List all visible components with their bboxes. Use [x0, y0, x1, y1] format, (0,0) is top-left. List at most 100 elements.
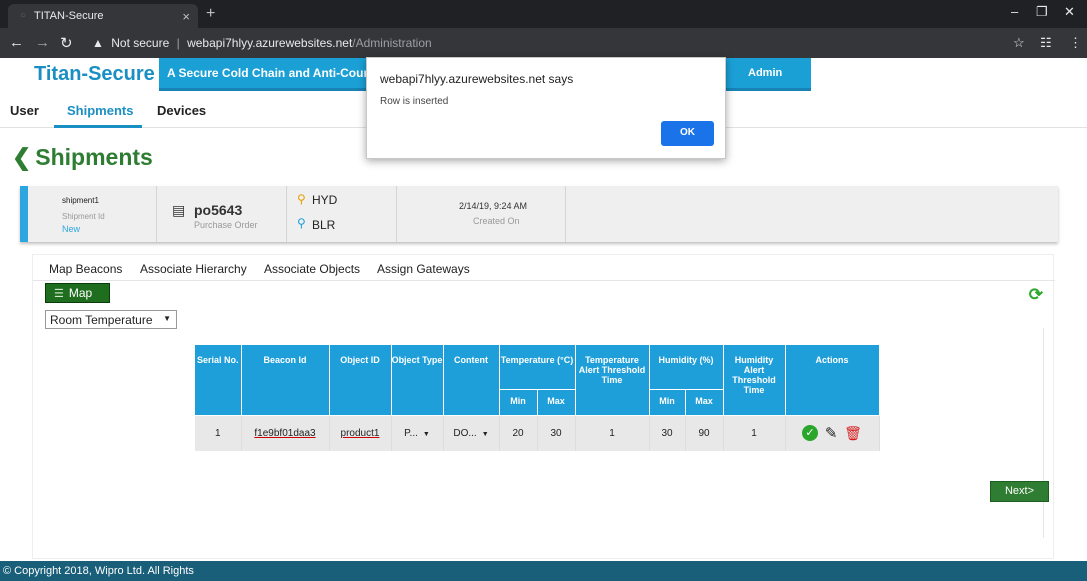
warning-triangle-icon: ▲	[92, 36, 104, 50]
url-path: /Administration	[352, 36, 432, 50]
cell-hum-min: 30	[649, 415, 686, 451]
url-separator: |	[176, 36, 180, 50]
object-type-value: P...	[404, 427, 418, 439]
reload-icon[interactable]: ↻	[60, 34, 73, 52]
browser-toolbar: ← → ↻ ▲ Not secure | webapi7hlyy.azurewe…	[0, 28, 1087, 58]
dialog-title: webapi7hlyy.azurewebsites.net says	[380, 72, 574, 86]
refresh-icon[interactable]: ⟳	[1029, 285, 1043, 305]
tagline: A Secure Cold Chain and Anti-Counter	[167, 66, 387, 80]
page-title-text: Shipments	[35, 144, 153, 170]
cell-temp-max: 30	[537, 415, 576, 451]
col-object-type: Object Type	[391, 345, 444, 416]
back-chevron-icon[interactable]: ❮	[12, 144, 31, 171]
panel-divider	[1043, 328, 1044, 538]
shipment-detail-panel: Map Beacons Associate Hierarchy Associat…	[32, 254, 1055, 559]
cell-serial: 1	[195, 415, 242, 451]
sensor-type-value: Room Temperature	[50, 313, 153, 327]
subtab-associate-objects[interactable]: Associate Objects	[264, 262, 360, 276]
restore-window-icon[interactable]: ❐	[1036, 4, 1048, 20]
minimize-window-icon[interactable]: –	[1011, 4, 1018, 19]
origin-city: HYD	[312, 193, 338, 207]
beacon-table: Serial No. Beacon Id Object ID Object Ty…	[195, 345, 880, 451]
col-temperature: Temperature (°C)	[499, 345, 576, 390]
destination-city: BLR	[312, 218, 336, 232]
subtab-associate-hierarchy[interactable]: Associate Hierarchy	[140, 262, 247, 276]
purchase-order-label: Purchase Order	[194, 220, 258, 230]
shipment-card[interactable]: shipment1 Shipment Id New ▤ po5643 Purch…	[20, 186, 1058, 242]
cell-temp-min: 20	[499, 415, 538, 451]
sub-tabs: Map Beacons Associate Hierarchy Associat…	[33, 255, 1055, 281]
map-icon: ☰	[54, 288, 64, 300]
cell-hum-max: 90	[685, 415, 724, 451]
incognito-icon[interactable]: ☷	[1040, 35, 1052, 51]
shipment-id-label: Shipment Id	[62, 212, 105, 221]
purchase-order-number: po5643	[194, 202, 243, 218]
document-icon: ▤	[172, 202, 186, 218]
forward-arrow-icon[interactable]: →	[35, 34, 50, 51]
browser-tab-strip: ○ TITAN-Secure × + – ❐ ✕	[0, 0, 1087, 28]
dialog-message: Row is inserted	[380, 96, 449, 107]
card-divider	[565, 186, 566, 242]
dropdown-arrow-icon: ▼	[422, 430, 430, 438]
table-row: 1 f1e9bf01daa3 product1 P... ▼ DO... ▼ 20 …	[195, 415, 880, 451]
cell-object-type[interactable]: P... ▼	[391, 415, 444, 451]
dropdown-arrow-icon: ▼	[163, 314, 171, 323]
shipment-status: New	[62, 224, 81, 234]
tab-devices[interactable]: Devices	[157, 103, 206, 118]
card-divider	[156, 186, 157, 242]
tab-user[interactable]: User	[10, 103, 39, 118]
page-favicon-icon: ○	[20, 10, 27, 21]
admin-link[interactable]: Admin	[748, 67, 782, 79]
card-divider	[396, 186, 397, 242]
col-temp-min: Min	[499, 389, 538, 416]
col-temp-max: Max	[537, 389, 576, 416]
col-content: Content	[443, 345, 500, 416]
col-humidity-alert: Humidity Alert Threshold Time	[723, 345, 786, 416]
cell-content[interactable]: DO... ▼	[443, 415, 500, 451]
cell-hum-alert: 1	[723, 415, 786, 451]
dialog-ok-button[interactable]: OK	[661, 121, 714, 146]
col-actions: Actions	[785, 345, 880, 416]
tab-shipments[interactable]: Shipments	[67, 103, 133, 118]
cell-beacon-id[interactable]: f1e9bf01daa3	[241, 415, 330, 451]
content-value: DO...	[453, 427, 477, 439]
alert-dialog: webapi7hlyy.azurewebsites.net says Row i…	[366, 57, 726, 159]
col-temp-alert: Temperature Alert Threshold Time	[575, 345, 650, 416]
map-button-label: Map	[68, 286, 93, 300]
browser-menu-icon[interactable]: ⋮	[1069, 35, 1082, 51]
col-hum-max: Max	[685, 389, 724, 416]
col-humidity: Humidity (%)	[649, 345, 724, 390]
delete-trash-icon[interactable]: 🗑	[844, 425, 862, 442]
address-bar[interactable]: ▲ Not secure | webapi7hlyy.azurewebsites…	[92, 36, 432, 50]
card-divider	[286, 186, 287, 242]
new-tab-button[interactable]: +	[206, 5, 215, 23]
next-button[interactable]: Next>	[990, 481, 1049, 502]
edit-icon[interactable]: ✎	[825, 424, 838, 442]
created-date: 2/14/19, 9:24 AM	[459, 201, 528, 211]
security-status: Not secure	[111, 36, 170, 50]
map-button[interactable]: ☰ Map	[45, 283, 110, 303]
shipment-id: shipment1	[62, 196, 99, 205]
browser-tab-title: TITAN-Secure	[34, 10, 104, 22]
created-date-label: Created On	[473, 216, 520, 226]
browser-tab[interactable]: ○ TITAN-Secure ×	[8, 4, 198, 28]
brand-logo[interactable]: Titan-Secure	[34, 63, 155, 86]
cell-actions: ✓ ✎ 🗑	[785, 415, 880, 451]
cell-object-id[interactable]: product1	[329, 415, 392, 451]
close-tab-icon[interactable]: ×	[182, 9, 190, 24]
destination-pin-icon: ⚲	[297, 216, 306, 230]
page-title: ❮ Shipments	[12, 144, 153, 171]
subtab-map-beacons[interactable]: Map Beacons	[49, 262, 122, 276]
subtab-assign-gateways[interactable]: Assign Gateways	[377, 262, 470, 276]
close-window-icon[interactable]: ✕	[1064, 4, 1075, 20]
col-hum-min: Min	[649, 389, 686, 416]
back-arrow-icon[interactable]: ←	[9, 34, 24, 51]
save-check-icon[interactable]: ✓	[802, 425, 819, 442]
col-object-id: Object ID	[329, 345, 392, 416]
col-beacon-id: Beacon Id	[241, 345, 330, 416]
footer: © Copyright 2018, Wipro Ltd. All Rights	[0, 561, 1087, 581]
col-serial: Serial No.	[195, 345, 242, 416]
sensor-type-select[interactable]: Room Temperature ▼	[45, 310, 177, 329]
dropdown-arrow-icon: ▼	[481, 430, 489, 438]
bookmark-star-icon[interactable]: ☆	[1013, 35, 1025, 51]
